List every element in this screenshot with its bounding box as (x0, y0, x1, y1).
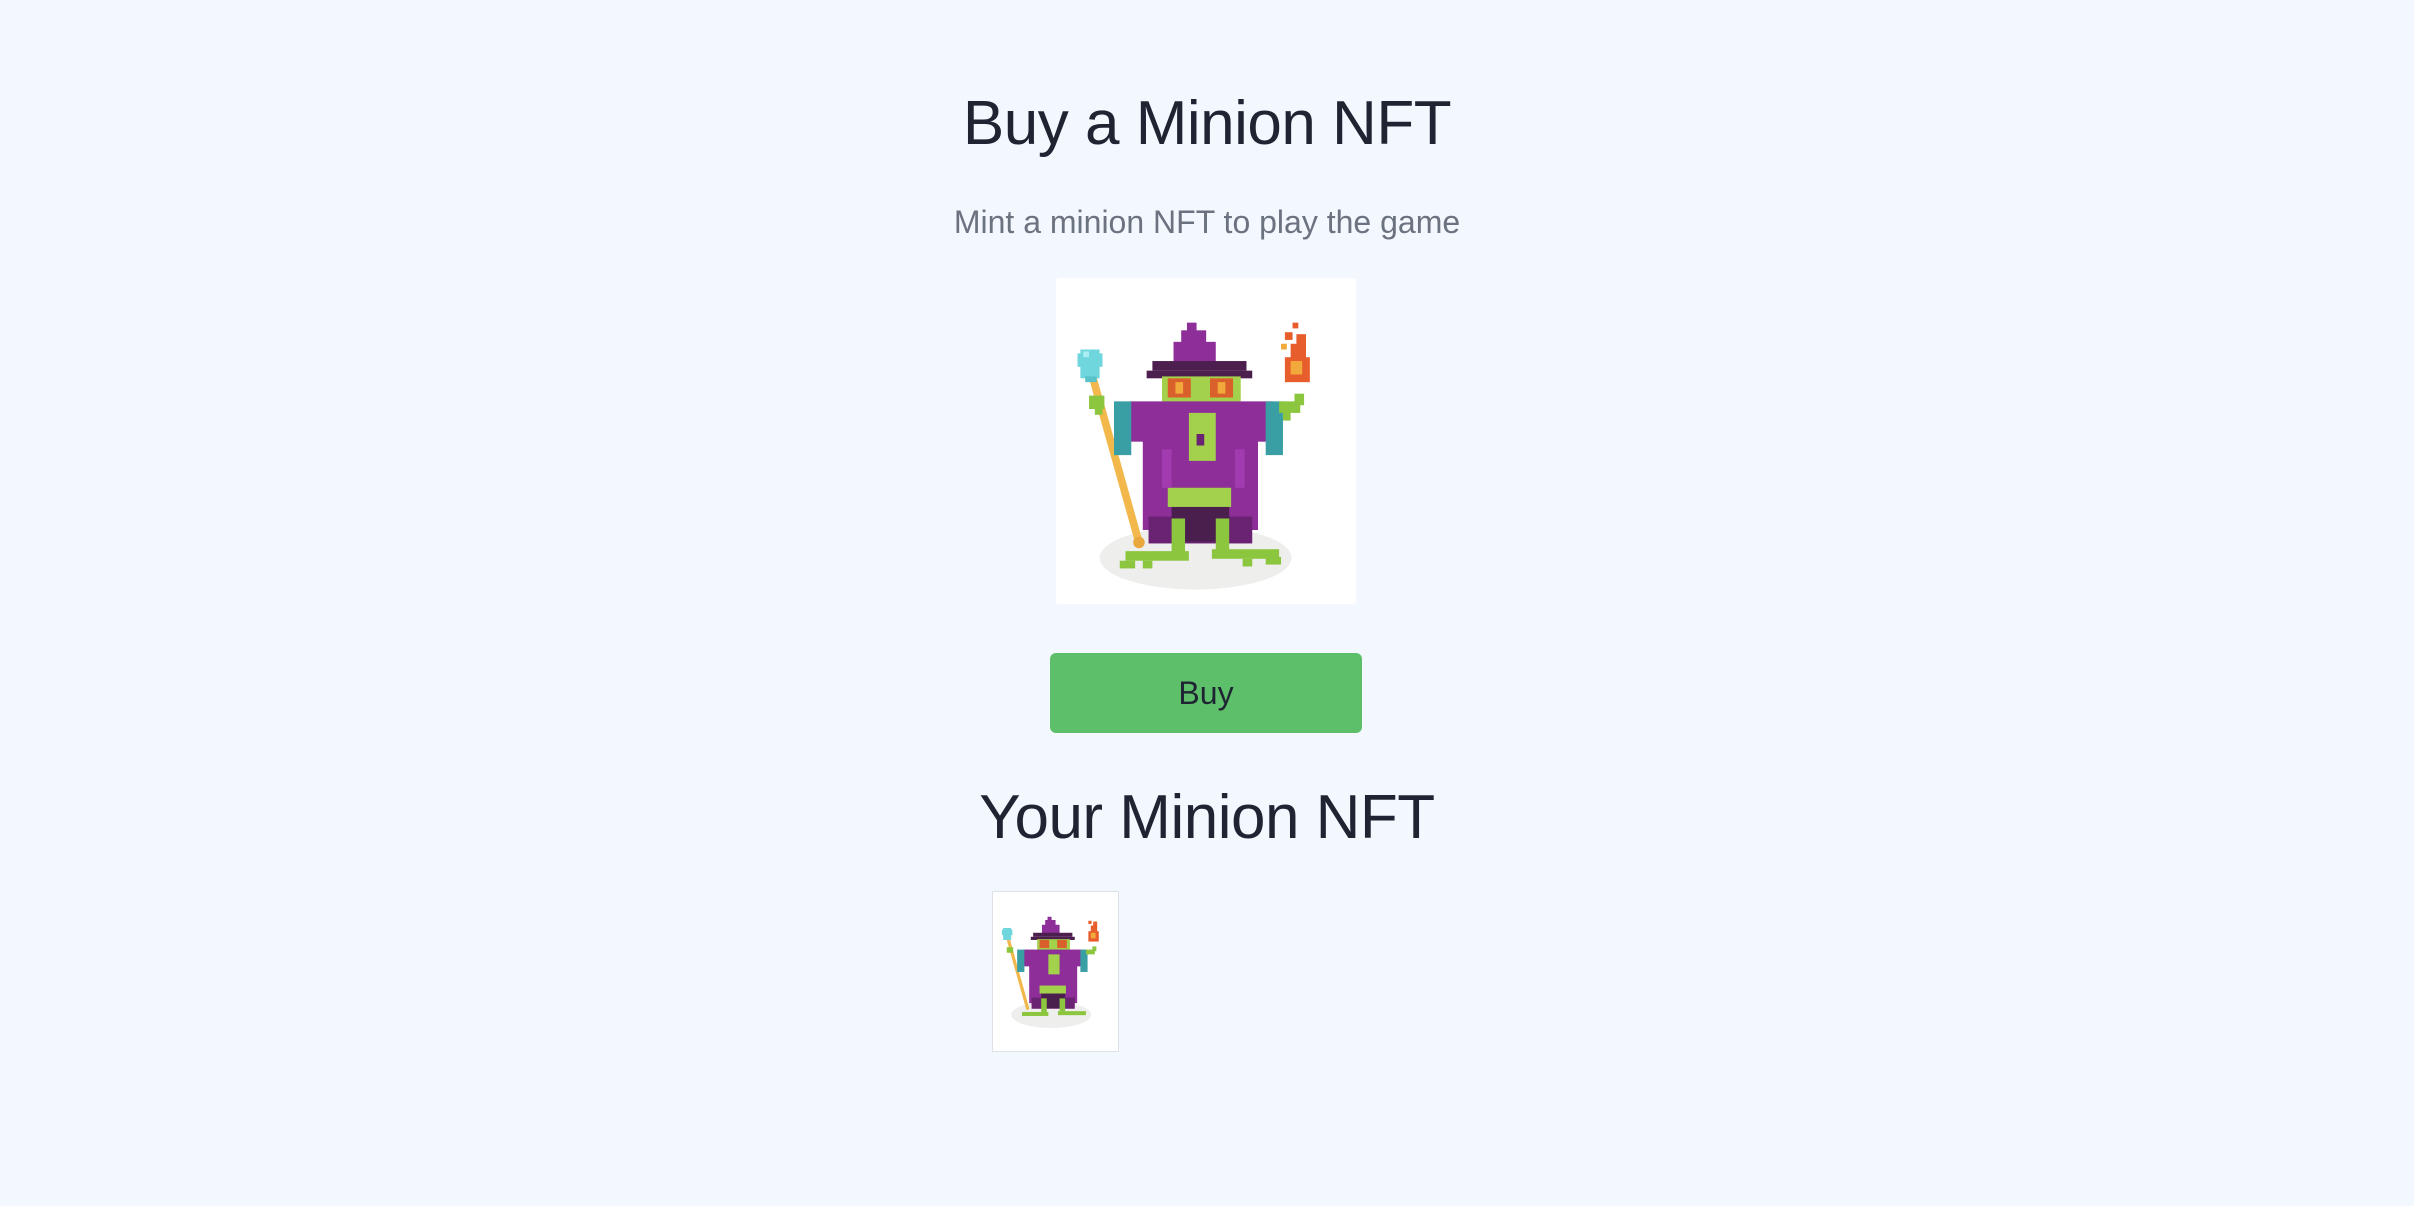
owned-nft-heading: Your Minion NFT (979, 783, 1435, 852)
frog-wizard-nft-image (1056, 278, 1356, 604)
frog-wizard-nft-image (1001, 916, 1099, 1028)
page-subtitle: Mint a minion NFT to play the game (953, 204, 1461, 240)
buy-button[interactable]: Buy (1050, 653, 1362, 733)
owned-nft-card[interactable] (992, 891, 1119, 1052)
nft-preview-card (1056, 278, 1356, 604)
mint-page: Buy a Minion NFT Mint a minion NFT to pl… (0, 0, 2414, 1206)
page-title: Buy a Minion NFT (962, 89, 1452, 158)
